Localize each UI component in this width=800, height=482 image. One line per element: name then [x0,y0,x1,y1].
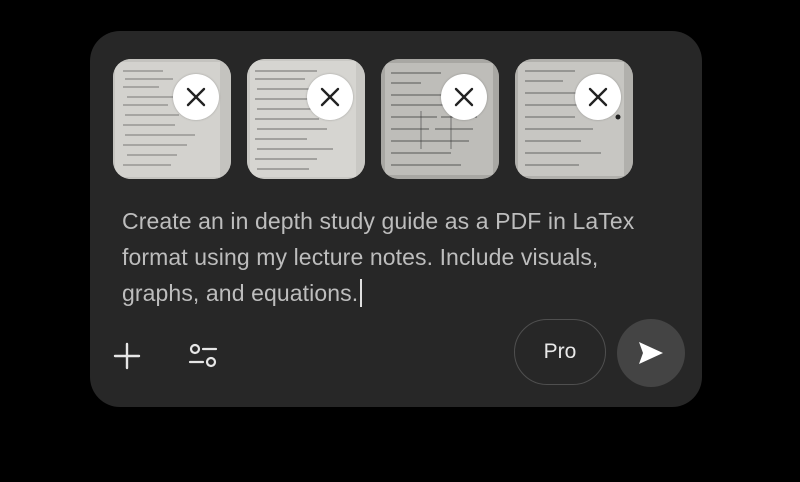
attachment-thumbnail[interactable] [113,59,231,179]
notes-image [515,59,633,179]
remove-attachment-button[interactable] [441,74,487,120]
close-icon [454,87,474,107]
pro-label: Pro [543,340,577,363]
tools-button[interactable] [183,336,223,376]
close-icon [186,87,206,107]
plus-icon [113,342,141,370]
text-cursor [360,279,363,307]
prompt-input[interactable]: Create an in depth study guide as a PDF … [122,203,682,311]
attachment-list [113,59,633,179]
remove-attachment-button[interactable] [307,74,353,120]
send-icon [639,342,663,364]
sliders-icon [188,343,218,368]
remove-attachment-button[interactable] [173,74,219,120]
attachment-thumbnail[interactable] [381,59,499,179]
close-icon [588,87,608,107]
add-attachment-button[interactable] [107,336,147,376]
prompt-text: Create an in depth study guide as a PDF … [122,208,635,306]
notes-image [247,59,365,179]
chat-composer: Create an in depth study guide as a PDF … [90,31,702,407]
pro-mode-button[interactable]: Pro [514,319,606,385]
attachment-thumbnail[interactable] [515,59,633,179]
send-button[interactable] [617,319,685,387]
notes-image [381,59,499,179]
notes-image [113,59,231,179]
remove-attachment-button[interactable] [575,74,621,120]
close-icon [320,87,340,107]
attachment-thumbnail[interactable] [247,59,365,179]
